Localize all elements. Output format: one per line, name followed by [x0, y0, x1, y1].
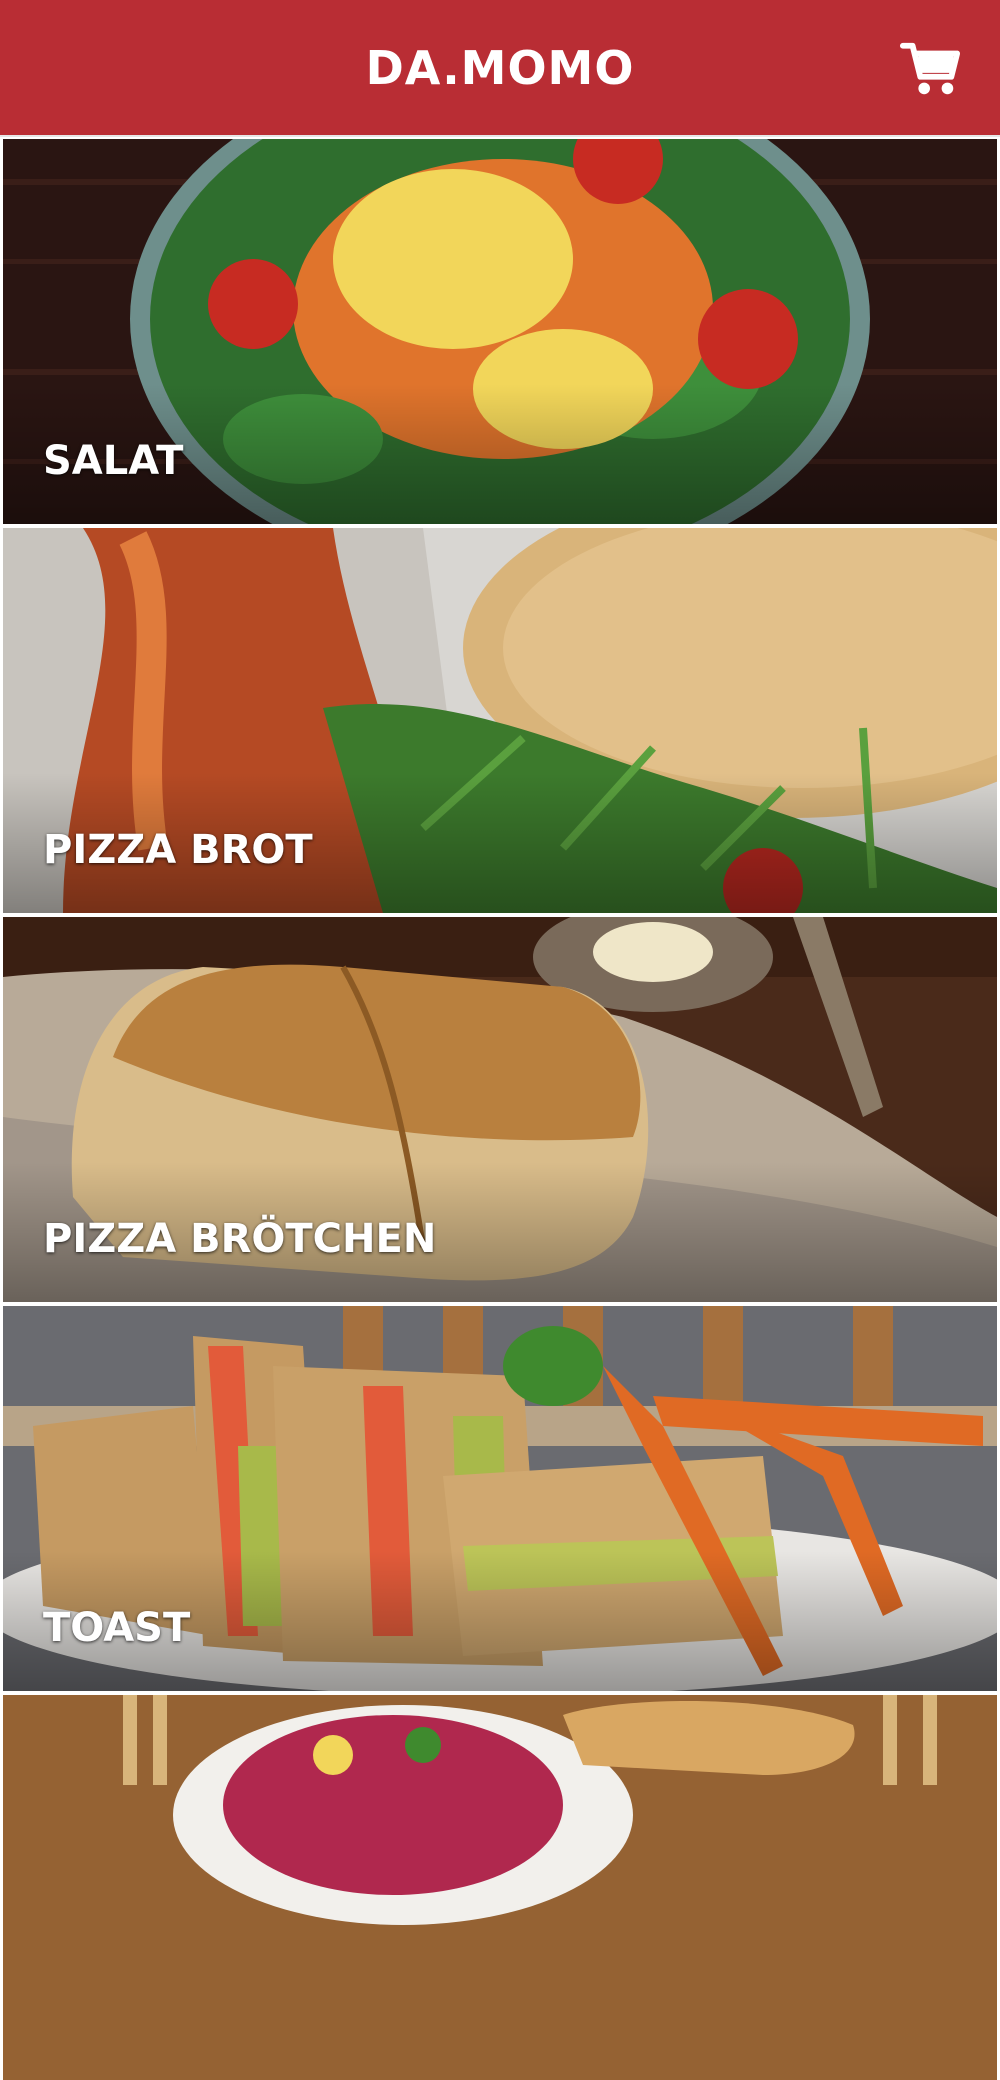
category-label: SALAT	[43, 438, 184, 484]
category-tile-toast[interactable]: TOAST	[3, 1306, 997, 1691]
salad-sandwich-image	[3, 1695, 997, 2080]
category-tile-pizza-broetchen[interactable]: PIZZA BRÖTCHEN	[3, 917, 997, 1302]
category-tile-pizza-brot[interactable]: PIZZA BROT	[3, 528, 997, 913]
app-bar: DA.MOMO	[0, 0, 1000, 137]
category-label: PIZZA BRÖTCHEN	[43, 1216, 437, 1262]
shopping-cart-icon	[899, 42, 961, 95]
category-tile-salat[interactable]: SALAT	[3, 139, 997, 524]
category-label: TOAST	[43, 1605, 191, 1651]
app-title: DA.MOMO	[365, 40, 635, 95]
category-label: PIZZA BROT	[43, 827, 313, 873]
cart-button[interactable]	[895, 34, 965, 104]
category-tile-partial[interactable]	[3, 1695, 997, 2080]
